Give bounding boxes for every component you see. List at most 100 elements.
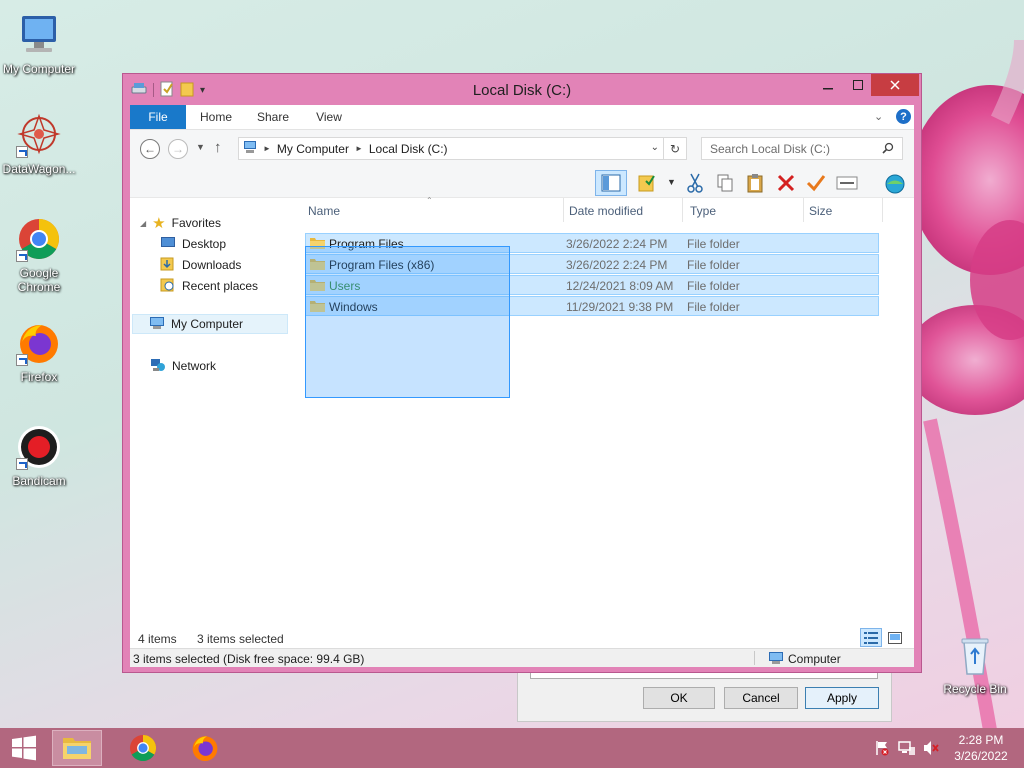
computer-icon (149, 316, 165, 333)
nav-downloads[interactable]: Downloads (160, 255, 241, 275)
desktop-icon-chrome[interactable]: Google Chrome (0, 216, 78, 294)
tab-view[interactable]: View (306, 105, 352, 129)
explorer-window: ▾ Local Disk (C:) File Home Share View ⌄… (122, 73, 922, 673)
address-bar[interactable]: ► My Computer ► Local Disk (C:) ⌄ (238, 137, 664, 160)
volume-muted-icon[interactable] (922, 740, 940, 759)
recycle-bin-icon (952, 632, 998, 678)
shortcut-arrow-icon (16, 146, 28, 158)
action-center-flag-icon[interactable] (874, 740, 890, 759)
taskbar: 2:28 PM 3/26/2022 (0, 728, 1024, 768)
desktop-icon-my-computer[interactable]: My Computer (0, 12, 78, 76)
nav-my-computer[interactable]: My Computer (132, 314, 288, 334)
desktop-icon-bandicam[interactable]: Bandicam (0, 424, 78, 488)
windows-logo-icon (12, 735, 36, 761)
recent-locations-icon[interactable]: ▼ (196, 142, 205, 152)
delete-icon[interactable] (773, 170, 799, 196)
preview-pane-icon[interactable] (595, 170, 627, 196)
column-header-name[interactable]: Name (308, 204, 340, 222)
sort-ascending-icon: ⌃ (426, 196, 433, 205)
status-bar: 4 items 3 items selected (130, 628, 914, 648)
network-icon (150, 358, 166, 375)
desktop-icon-label: Bandicam (12, 474, 66, 488)
refresh-button[interactable]: ↻ (664, 137, 687, 160)
zone-divider (754, 651, 755, 665)
file-type: File folder (687, 279, 740, 293)
help-icon[interactable]: ? (896, 109, 911, 124)
column-separator[interactable] (882, 198, 883, 222)
large-icons-view-button[interactable] (885, 629, 905, 646)
start-button[interactable] (0, 730, 48, 766)
breadcrumb-my-computer[interactable]: My Computer (277, 142, 349, 156)
ribbon-tabs: File Home Share View ⌄ ? (130, 105, 914, 129)
desktop-icon-label: DataWagon... (2, 162, 76, 176)
search-input[interactable]: Search Local Disk (C:) (701, 137, 903, 160)
cancel-button[interactable]: Cancel (724, 687, 798, 709)
nav-favorites[interactable]: ◢ ★ Favorites (140, 213, 221, 233)
cut-icon[interactable] (682, 170, 708, 196)
nav-label: Network (172, 359, 217, 373)
taskbar-chrome[interactable] (118, 730, 168, 766)
expand-arrow-icon[interactable]: ◢ (140, 219, 146, 228)
nav-desktop[interactable]: Desktop (160, 234, 226, 254)
desktop-icon-datawagon[interactable]: DataWagon... (0, 112, 78, 176)
column-header-type[interactable]: Type (690, 204, 716, 222)
tab-share[interactable]: Share (248, 105, 298, 129)
title-bar[interactable]: ▾ Local Disk (C:) (123, 74, 921, 105)
ok-button[interactable]: OK (643, 687, 715, 709)
details-bar: 3 items selected (Disk free space: 99.4 … (130, 648, 914, 667)
clock-date: 3/26/2022 (954, 749, 1008, 763)
nav-recent-places[interactable]: Recent places (160, 276, 258, 296)
options-dropdown-icon[interactable]: ▼ (667, 177, 676, 187)
desktop-icon-label: Firefox (20, 370, 58, 384)
star-icon: ★ (152, 215, 166, 232)
chevron-right-icon[interactable]: ► (355, 144, 363, 153)
column-header-size[interactable]: Size (809, 204, 832, 222)
close-button[interactable] (871, 74, 919, 96)
chevron-right-icon[interactable]: ► (263, 144, 271, 153)
desktop-icon-recycle-bin[interactable]: Recycle Bin (936, 632, 1014, 696)
shortcut-arrow-icon (16, 458, 28, 470)
globe-icon[interactable] (882, 170, 908, 196)
selected-count: 3 items selected (197, 632, 284, 646)
file-list: ⌃ Name Date modified Type Size Program F… (302, 196, 914, 628)
address-dropdown-icon[interactable]: ⌄ (651, 142, 659, 153)
selection-marquee (305, 246, 510, 398)
properties-panel-icon[interactable] (834, 170, 860, 196)
taskbar-file-explorer[interactable] (52, 730, 102, 766)
ribbon-expand-icon[interactable]: ⌄ (874, 110, 883, 123)
column-header-date-modified[interactable]: Date modified (569, 204, 643, 222)
search-icon (882, 142, 894, 157)
up-button[interactable]: ↑ (214, 139, 222, 156)
taskbar-firefox[interactable] (180, 730, 230, 766)
rename-icon[interactable] (803, 170, 829, 196)
nav-network[interactable]: Network (150, 356, 216, 376)
apply-button[interactable]: Apply (805, 687, 879, 709)
tab-home[interactable]: Home (192, 105, 240, 129)
minimize-button[interactable] (813, 74, 843, 96)
back-button[interactable]: ← (140, 139, 160, 159)
network-status-icon[interactable] (898, 740, 916, 759)
breadcrumb-local-disk[interactable]: Local Disk (C:) (369, 142, 448, 156)
system-clock[interactable]: 2:28 PM 3/26/2022 (946, 732, 1016, 764)
firefox-icon (192, 736, 218, 762)
desktop-icon-firefox[interactable]: Firefox (0, 320, 78, 384)
forward-button[interactable]: → (168, 139, 188, 159)
file-type: File folder (687, 258, 740, 272)
nav-label: Desktop (182, 237, 227, 251)
tab-file[interactable]: File (130, 105, 186, 129)
computer-location-icon (243, 140, 257, 157)
shortcut-arrow-icon (16, 250, 28, 262)
shortcut-arrow-icon (16, 354, 28, 366)
search-placeholder: Search Local Disk (C:) (710, 141, 831, 156)
maximize-button[interactable] (843, 74, 873, 96)
zone-label: Computer (788, 652, 841, 666)
column-separator[interactable] (563, 198, 564, 222)
copy-icon[interactable] (712, 170, 738, 196)
nav-label: My Computer (171, 317, 244, 331)
properties-dialog-background: OK Cancel Apply (517, 668, 892, 722)
column-separator[interactable] (682, 198, 683, 222)
folder-options-icon[interactable] (634, 170, 660, 196)
details-view-button[interactable] (860, 628, 882, 647)
paste-icon[interactable] (742, 170, 768, 196)
column-separator[interactable] (803, 198, 804, 222)
